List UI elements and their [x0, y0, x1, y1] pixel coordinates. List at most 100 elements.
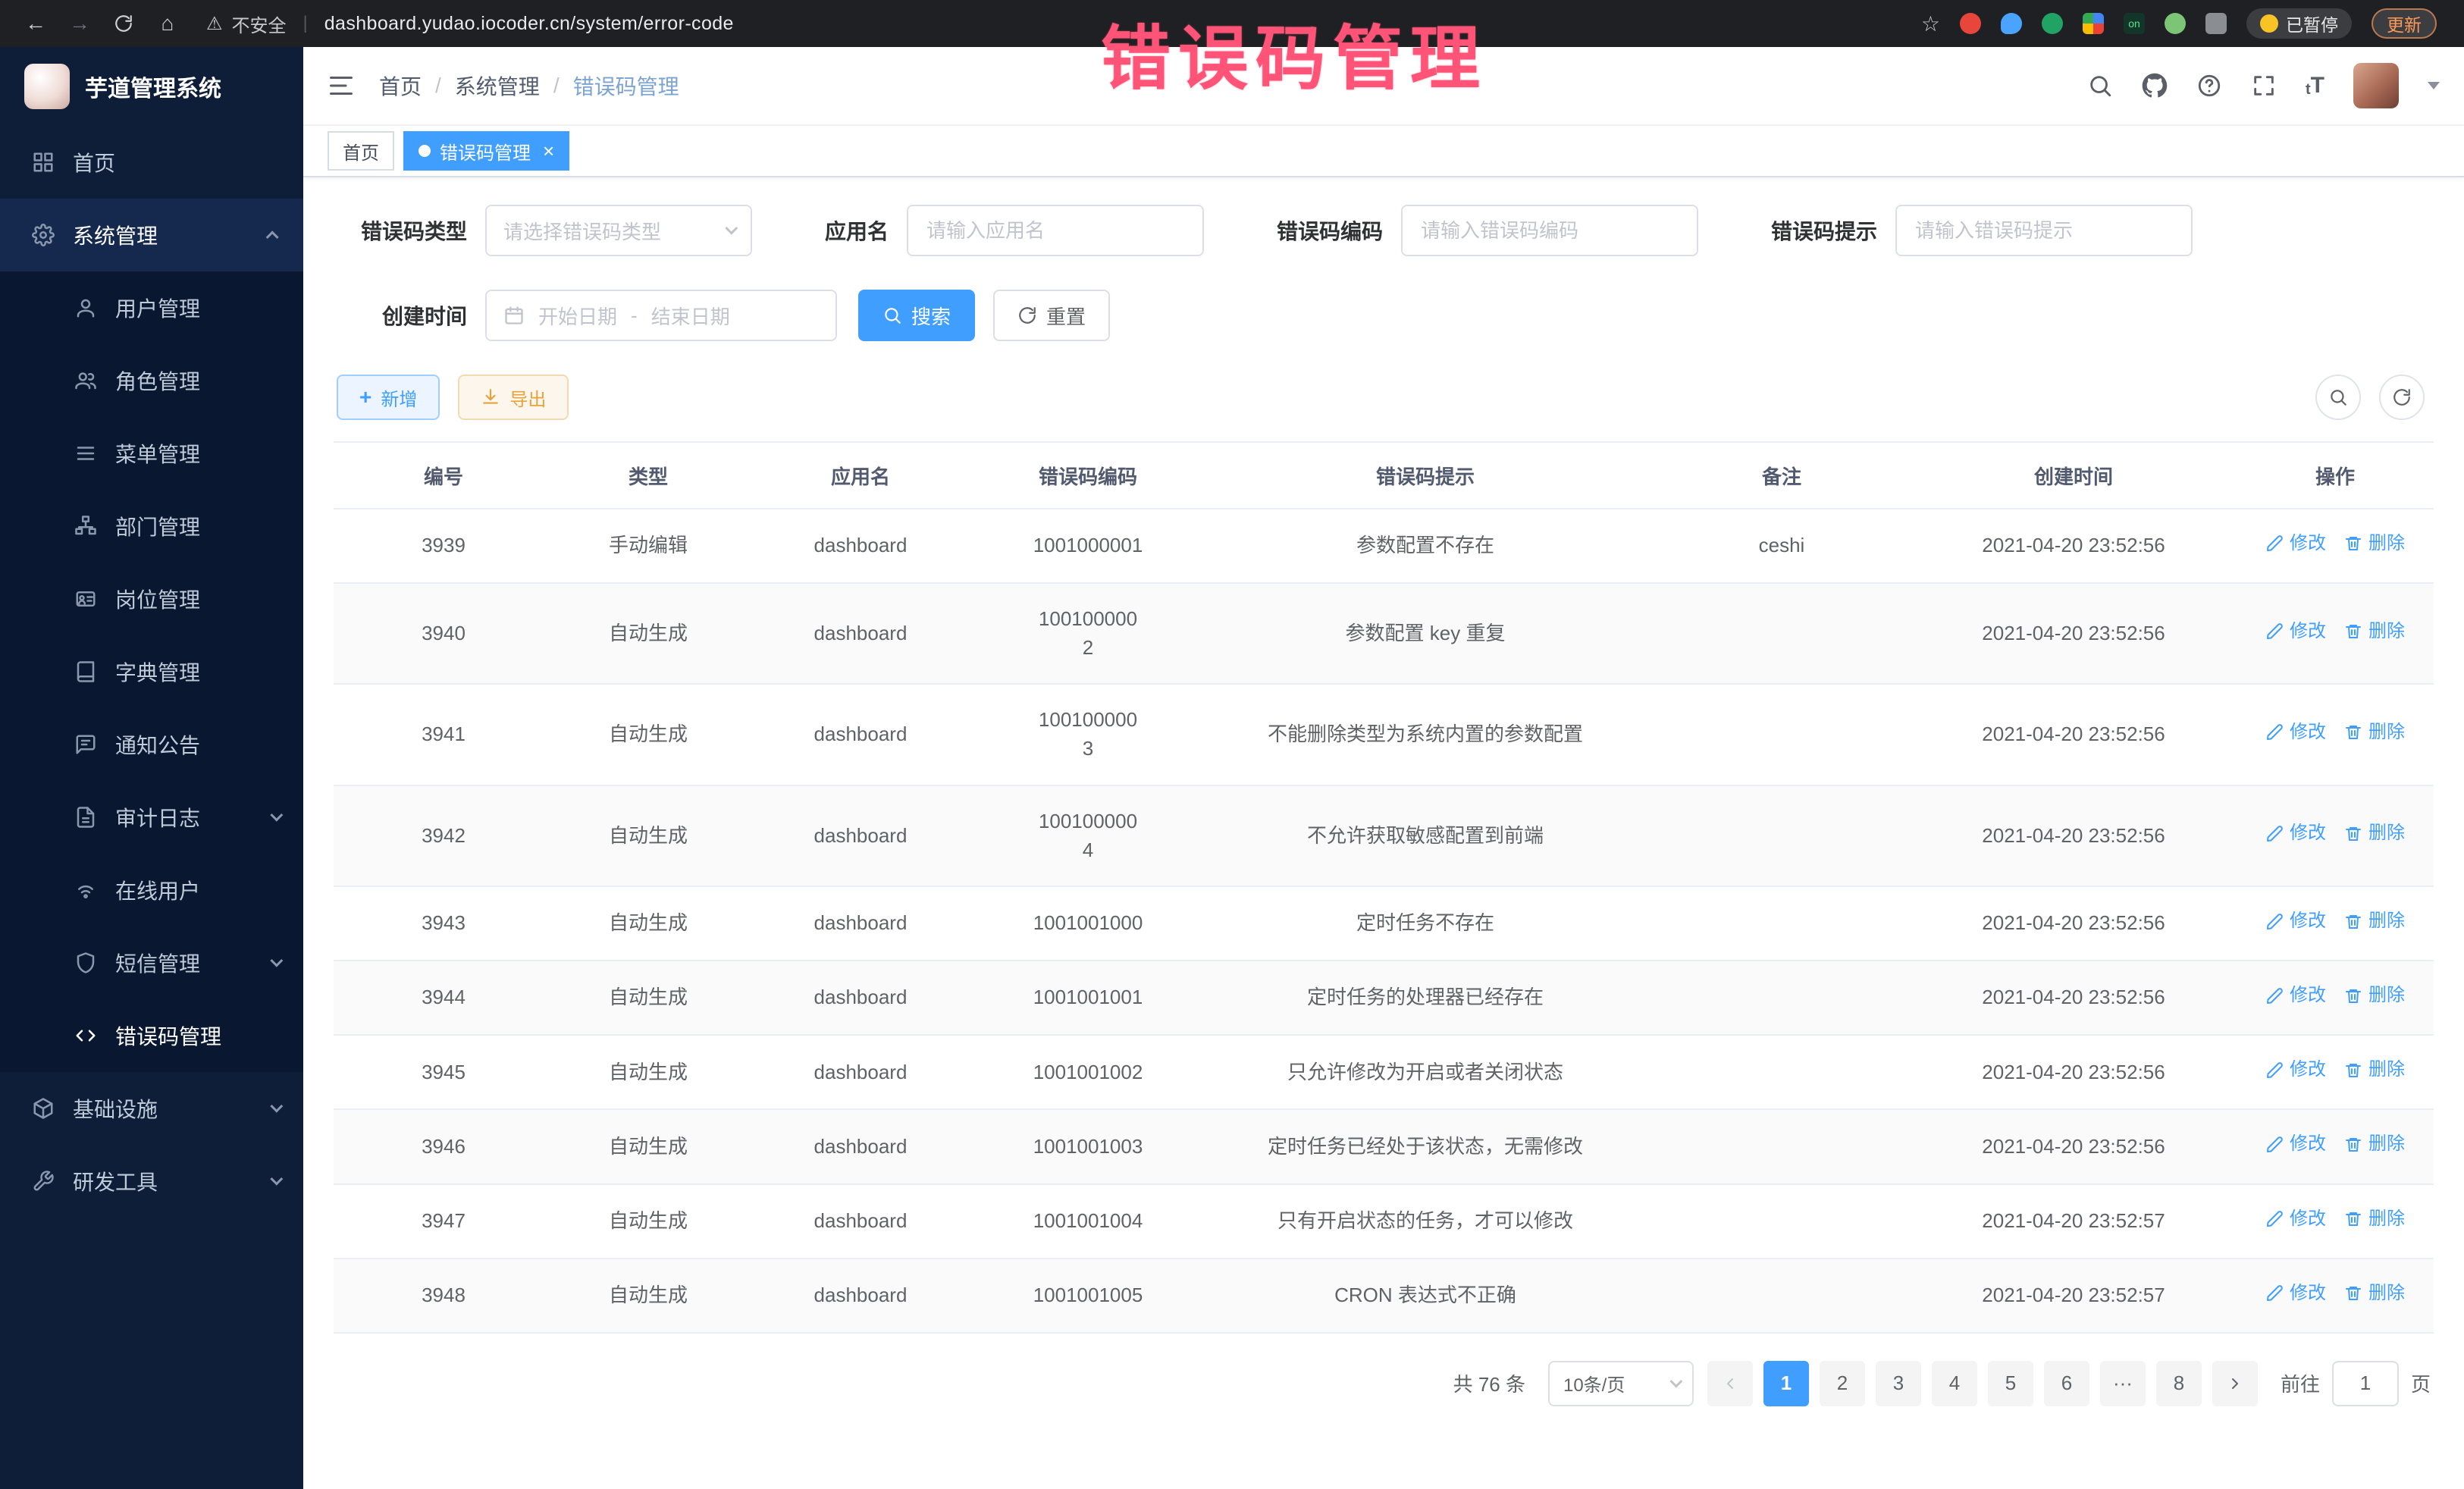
delete-link[interactable]: 删除 — [2344, 619, 2405, 645]
hamburger-icon[interactable] — [328, 71, 358, 101]
chevron-down-icon — [270, 1173, 283, 1186]
delete-link[interactable]: 删除 — [2344, 908, 2405, 935]
font-size-icon[interactable]: tT — [2306, 73, 2324, 99]
address-separator: | — [303, 13, 308, 34]
breadcrumb-item-0[interactable]: 首页 — [379, 71, 422, 101]
sidebar-item-1[interactable]: 系统管理 — [0, 199, 303, 271]
search-icon[interactable] — [2087, 73, 2113, 99]
edit-link[interactable]: 修改 — [2265, 531, 2326, 557]
avatar-caret-down-icon[interactable] — [2428, 82, 2440, 89]
sidebar-item-5[interactable]: 部门管理 — [0, 490, 303, 563]
top-navbar: 首页/系统管理/错误码管理 tT — [303, 47, 2464, 126]
error-message-input[interactable] — [1895, 205, 2193, 256]
export-button[interactable]: 导出 — [458, 375, 569, 420]
extension-icon-6[interactable] — [2165, 13, 2186, 34]
prev-page-button[interactable] — [1707, 1361, 1753, 1406]
sidebar-item-2[interactable]: 用户管理 — [0, 271, 303, 344]
extension-pin-icon[interactable] — [2205, 13, 2227, 34]
page-button-4[interactable]: 4 — [1932, 1361, 1977, 1406]
edit-link[interactable]: 修改 — [2265, 1281, 2326, 1307]
edit-link[interactable]: 修改 — [2265, 908, 2326, 935]
page-button-3[interactable]: 3 — [1876, 1361, 1921, 1406]
fullscreen-icon[interactable] — [2251, 73, 2277, 99]
delete-link[interactable]: 删除 — [2344, 820, 2405, 847]
github-icon[interactable] — [2142, 73, 2168, 99]
page-size-select[interactable]: 10条/页 — [1548, 1361, 1694, 1406]
page-button-1[interactable]: 1 — [1763, 1361, 1809, 1406]
sidebar-item-14[interactable]: 研发工具 — [0, 1145, 303, 1218]
sidebar-item-12[interactable]: 错误码管理 — [0, 999, 303, 1072]
delete-link[interactable]: 删除 — [2344, 1281, 2405, 1307]
user-avatar[interactable] — [2353, 63, 2399, 108]
delete-link[interactable]: 删除 — [2344, 531, 2405, 557]
sidebar-item-9[interactable]: 审计日志 — [0, 781, 303, 854]
total-count-label: 共 76 条 — [1453, 1369, 1525, 1397]
delete-link[interactable]: 删除 — [2344, 1206, 2405, 1233]
error-code-input[interactable] — [1401, 205, 1698, 256]
table-cell — [1653, 1184, 1911, 1259]
page-button-2[interactable]: 2 — [1820, 1361, 1865, 1406]
extension-icon-3[interactable] — [2042, 13, 2063, 34]
extension-icon-2[interactable] — [2001, 13, 2022, 34]
page-button-8[interactable]: 8 — [2156, 1361, 2202, 1406]
tab-close-icon[interactable]: × — [543, 141, 554, 161]
edit-link[interactable]: 修改 — [2265, 619, 2326, 645]
sidebar-item-7[interactable]: 字典管理 — [0, 635, 303, 708]
sidebar-item-0[interactable]: 首页 — [0, 126, 303, 199]
browser-forward-icon[interactable]: → — [59, 11, 100, 36]
next-page-button[interactable] — [2212, 1361, 2258, 1406]
table-cell: CRON 表达式不正确 — [1198, 1259, 1653, 1333]
browser-refresh-icon[interactable] — [103, 14, 144, 33]
browser-back-icon[interactable]: ← — [15, 11, 56, 36]
edit-link[interactable]: 修改 — [2265, 1131, 2326, 1158]
page-button-5[interactable]: 5 — [1988, 1361, 2033, 1406]
goto-page: 前往 页 — [2281, 1361, 2431, 1406]
sidebar-item-8[interactable]: 通知公告 — [0, 708, 303, 781]
table-cell: 自动生成 — [553, 1035, 743, 1109]
show-search-icon-button[interactable] — [2315, 375, 2361, 420]
sidebar-item-13[interactable]: 基础设施 — [0, 1072, 303, 1145]
delete-link[interactable]: 删除 — [2344, 719, 2405, 746]
security-label: 不安全 — [232, 11, 287, 37]
page-ellipsis[interactable]: ··· — [2100, 1361, 2146, 1406]
bookmark-star-icon[interactable]: ☆ — [1921, 11, 1940, 36]
sidebar-item-3[interactable]: 角色管理 — [0, 344, 303, 417]
error-type-select[interactable]: 请选择错误码类型 — [485, 205, 752, 256]
delete-link[interactable]: 删除 — [2344, 1057, 2405, 1083]
table-cell: 100100000 2 — [978, 583, 1198, 684]
extension-icon-1[interactable] — [1960, 13, 1981, 34]
profile-paused-badge[interactable]: 已暂停 — [2246, 8, 2352, 39]
delete-link[interactable]: 删除 — [2344, 1131, 2405, 1158]
edit-link[interactable]: 修改 — [2265, 1206, 2326, 1233]
extension-icon-5[interactable]: on — [2124, 13, 2145, 34]
page-button-6[interactable]: 6 — [2044, 1361, 2089, 1406]
edit-link[interactable]: 修改 — [2265, 1057, 2326, 1083]
breadcrumb-separator: / — [553, 74, 560, 98]
sidebar-item-4[interactable]: 菜单管理 — [0, 417, 303, 490]
app-logo[interactable]: 芋道管理系统 — [0, 47, 303, 126]
goto-page-input[interactable] — [2332, 1361, 2399, 1406]
tab-1[interactable]: 错误码管理× — [403, 131, 569, 171]
search-button[interactable]: 搜索 — [858, 290, 975, 341]
add-button[interactable]: + 新增 — [337, 375, 440, 420]
tab-0[interactable]: 首页 — [328, 131, 394, 171]
menu-item-label: 在线用户 — [115, 875, 200, 905]
breadcrumb-item-1[interactable]: 系统管理 — [455, 71, 540, 101]
address-bar-url[interactable]: dashboard.yudao.iocoder.cn/system/error-… — [324, 13, 734, 35]
edit-link[interactable]: 修改 — [2265, 820, 2326, 847]
date-range-picker[interactable]: 开始日期 - 结束日期 — [485, 290, 837, 341]
sidebar-item-10[interactable]: 在线用户 — [0, 854, 303, 926]
delete-label: 删除 — [2368, 820, 2405, 847]
edit-link[interactable]: 修改 — [2265, 719, 2326, 746]
refresh-table-icon-button[interactable] — [2379, 375, 2425, 420]
sidebar-item-11[interactable]: 短信管理 — [0, 926, 303, 999]
reset-button[interactable]: 重置 — [993, 290, 1110, 341]
browser-home-icon[interactable]: ⌂ — [147, 11, 188, 36]
edit-link[interactable]: 修改 — [2265, 983, 2326, 1009]
help-icon[interactable] — [2196, 73, 2222, 99]
app-name-input[interactable] — [907, 205, 1204, 256]
extension-icon-4[interactable] — [2083, 13, 2104, 34]
delete-link[interactable]: 删除 — [2344, 983, 2405, 1009]
browser-update-button[interactable]: 更新 — [2372, 8, 2437, 39]
sidebar-item-6[interactable]: 岗位管理 — [0, 563, 303, 635]
